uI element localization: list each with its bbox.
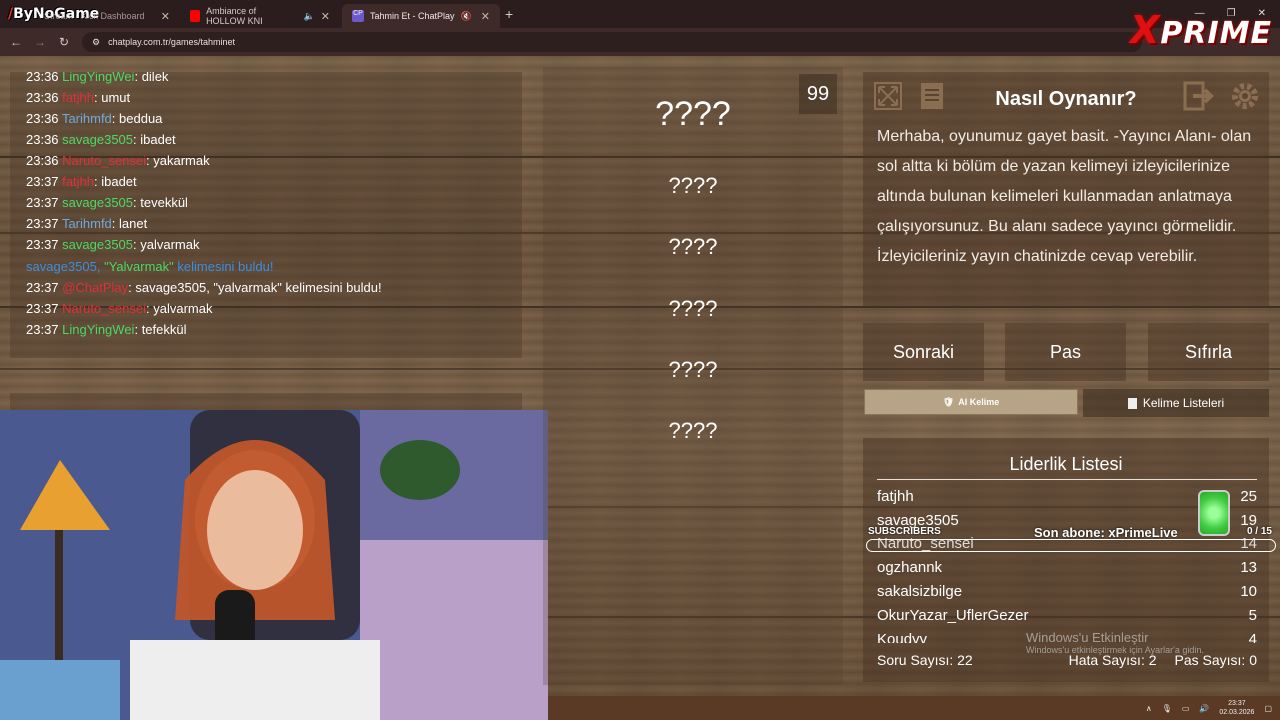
mute-icon: 🔇 (460, 10, 472, 21)
maximize-icon[interactable]: ❐ (1227, 8, 1236, 19)
reload-icon[interactable]: ↻ (52, 35, 76, 49)
back-icon[interactable]: ← (4, 35, 28, 49)
ai-word-label: AI Kelime (958, 397, 1000, 407)
address-bar: ← → ↻ ⚙ chatplay.com.tr/games/tahminet (0, 28, 1280, 56)
exit-icon[interactable] (1182, 79, 1216, 113)
word-lists-button[interactable]: Kelime Listeleri (1083, 389, 1269, 417)
forbidden-word: ???? (668, 357, 718, 382)
timer-counter: 99 (799, 74, 837, 114)
forbidden-word: ???? (668, 234, 718, 259)
target-word: ???? (655, 95, 731, 133)
close-icon[interactable]: ✕ (321, 10, 330, 23)
fullscreen-icon[interactable] (871, 79, 905, 113)
minimize-icon[interactable]: — (1195, 8, 1205, 19)
ai-word-button[interactable]: 🛡 AI Kelime (864, 389, 1078, 415)
tab-chatplay[interactable]: CP Tahmin Et - ChatPlay 🔇 ✕ (342, 4, 500, 28)
tab-bar: /ByNoGame Stream - Kick Dashboard ✕ Ambi… (0, 0, 1280, 28)
webcam-feed (0, 410, 548, 720)
chat-message: 23:37 fatjhh: ibadet (26, 174, 137, 189)
forbidden-word: ???? (668, 296, 718, 321)
gear-icon[interactable] (1228, 79, 1262, 113)
microphone-icon[interactable]: 🎙 (1162, 704, 1172, 713)
activation-watermark: Windows'u Etkinleştir Windows'u etkinleş… (1026, 630, 1204, 655)
leaderboard-row: OkurYazar_UflerGezer 5 (877, 607, 1257, 624)
network-icon[interactable]: ▭ (1182, 704, 1190, 713)
next-button[interactable]: Sonraki (863, 323, 984, 381)
url-text: chatplay.com.tr/games/tahminet (108, 37, 235, 47)
volume-icon[interactable]: 🔊 (1199, 704, 1209, 713)
forbidden-word: ???? (668, 418, 718, 443)
forward-icon[interactable]: → (28, 35, 52, 49)
chat-message: 23:36 LingYingWei: dilek (26, 72, 169, 84)
leaderboard-row: sakalsizbilge 10 (877, 583, 1257, 600)
tab-youtube[interactable]: Ambiance of HOLLOW KNI 🔈 ✕ (180, 4, 340, 28)
robot-icon: 🛡 (942, 396, 955, 407)
chat-message: 23:37 Naruto_sensei: yalvarmak (26, 301, 213, 316)
chat-message: 23:37 LingYingWei: tefekkül (26, 322, 187, 337)
chat-panel: 23:36 LingYingWei: dilek 23:36 fatjhh: u… (10, 72, 522, 358)
site-info-icon[interactable]: ⚙ (92, 37, 100, 48)
clipboard-icon (1127, 397, 1137, 409)
subscriber-goal-overlay: SUBSCRIBERS Son abone: xPrimeLive 0 / 15 (866, 523, 1276, 553)
taskbar: ∧ 🎙 ▭ 🔊 23:37 02.03.2026 ▢ (548, 696, 1280, 720)
new-tab-button[interactable]: + (505, 6, 513, 22)
subscriber-progress-bar (866, 539, 1276, 552)
chat-message: 23:36 Tarihmfd: beddua (26, 111, 163, 126)
chat-message: 23:37 savage3505: yalvarmak (26, 237, 200, 252)
tab-title: Stream - Kick Dashboard (44, 11, 145, 21)
tab-title: Ambiance of HOLLOW KNI (206, 6, 263, 26)
close-window-icon[interactable]: ✕ (1258, 8, 1266, 19)
leaderboard-title: Liderlik Listesi (1009, 454, 1123, 474)
question-count: Soru Sayısı: 22 (877, 652, 973, 668)
chat-message: 23:36 fatjhh: umut (26, 90, 131, 105)
chatplay-icon: CP (352, 10, 364, 22)
reset-button[interactable]: Sıfırla (1148, 323, 1269, 381)
chat-message: 23:37 savage3505: tevekkül (26, 195, 188, 210)
chat-message: 23:36 savage3505: ibadet (26, 132, 176, 147)
system-message: savage3505, "Yalvarmak" kelimesini buldu… (26, 259, 274, 274)
notification-icon[interactable]: ▢ (1264, 704, 1272, 713)
window-controls: — ❐ ✕ (1195, 8, 1266, 19)
bot-message: 23:37 @ChatPlay: savage3505, "yalvarmak"… (26, 280, 382, 295)
webcam-image (0, 410, 548, 720)
youtube-icon (190, 10, 201, 22)
chat-message: 23:37 Tarihmfd: lanet (26, 216, 148, 231)
chat-message: 23:36 Naruto_sensei: yakarmak (26, 153, 210, 168)
chevron-up-icon[interactable]: ∧ (1146, 704, 1152, 713)
taskbar-clock[interactable]: 23:37 02.03.2026 (1219, 699, 1254, 717)
howto-text: Merhaba, oyunumuz gayet basit. -Yayıncı … (877, 128, 1252, 265)
word-lists-label: Kelime Listeleri (1142, 396, 1225, 410)
forbidden-word: ???? (668, 173, 718, 198)
document-icon[interactable] (915, 79, 949, 113)
word-column: ???? ???? ???? ???? ???? ???? (543, 67, 843, 685)
tab-kick-dashboard[interactable]: Stream - Kick Dashboard ✕ (34, 4, 180, 28)
subscriber-count: 0 / 15 (1246, 526, 1272, 537)
speaker-icon: 🔈 (303, 10, 315, 21)
tab-title: Tahmin Et - ChatPlay (370, 11, 455, 21)
pass-button[interactable]: Pas (1005, 323, 1126, 381)
close-icon[interactable]: ✕ (481, 10, 490, 23)
divider (877, 479, 1257, 480)
subscribers-label: SUBSCRIBERS (868, 526, 941, 537)
close-icon[interactable]: ✕ (161, 10, 170, 23)
url-field[interactable]: ⚙ chatplay.com.tr/games/tahminet (82, 32, 1142, 52)
leaderboard-row: ogzhannk 13 (877, 559, 1257, 576)
last-subscriber: Son abone: xPrimeLive (1034, 525, 1178, 540)
